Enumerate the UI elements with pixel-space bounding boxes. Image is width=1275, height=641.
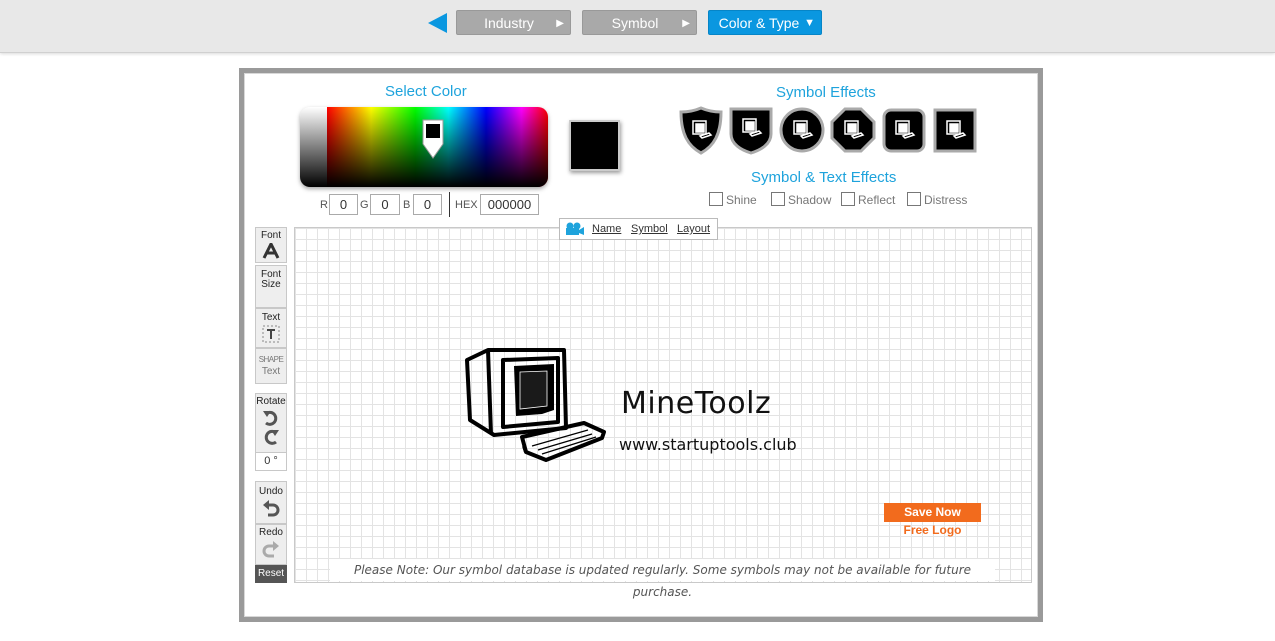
rotate-left-icon[interactable] — [262, 409, 280, 426]
distress-checkbox[interactable]: Distress — [907, 192, 971, 208]
redo-label: Redo — [259, 527, 283, 538]
rotate-right-icon[interactable] — [262, 428, 280, 445]
undo-icon — [263, 500, 280, 517]
step-industry-label: Industry — [484, 15, 534, 31]
shine-label: Shine — [726, 193, 757, 207]
shape-text-tool[interactable]: SHAPE Text — [255, 348, 287, 384]
back-arrow-icon[interactable] — [427, 12, 449, 34]
g-label: G — [360, 199, 369, 211]
circle-effect-3-icon[interactable] — [779, 106, 825, 155]
save-now-button[interactable]: Save Now — [884, 503, 981, 522]
play-arrow-icon: ▶ — [682, 18, 690, 29]
step-color-type-label: Color & Type — [718, 15, 800, 31]
reflect-label: Reflect — [858, 193, 896, 207]
text-tool[interactable]: Text — [255, 308, 287, 348]
square-effect-6-icon[interactable] — [932, 106, 978, 155]
rounded-square-effect-5-icon[interactable] — [881, 106, 927, 155]
font-a-icon — [262, 243, 280, 259]
r-input[interactable] — [329, 194, 358, 215]
step-color-type[interactable]: Color & Type ▼ — [708, 10, 822, 35]
font-tool-label: Font — [260, 230, 281, 241]
octagon-effect-4-icon[interactable] — [830, 106, 876, 155]
step-industry[interactable]: Industry ▶ — [456, 10, 571, 35]
g-input[interactable] — [370, 194, 400, 215]
tab-layout[interactable]: Layout — [677, 223, 710, 235]
color-marker-icon[interactable] — [421, 118, 445, 160]
text-tool-label: Text — [261, 312, 281, 323]
rotate-tool[interactable]: Rotate — [255, 393, 287, 453]
reset-button[interactable]: Reset — [255, 565, 287, 583]
font-size-tool[interactable]: Font Size — [255, 265, 287, 308]
shape-text-label-1: SHAPE — [258, 355, 284, 364]
font-size-label-2: Size — [261, 279, 281, 290]
reflect-checkbox[interactable]: Reflect — [841, 192, 901, 208]
symbol-effects-title: Symbol Effects — [776, 84, 876, 101]
computer-icon[interactable] — [462, 346, 608, 466]
rotate-label: Rotate — [256, 396, 286, 407]
dropdown-arrow-icon: ▼ — [804, 17, 815, 29]
r-label: R — [320, 199, 328, 211]
tab-name[interactable]: Name — [592, 223, 621, 235]
redo-tool[interactable]: Redo — [255, 524, 287, 565]
canvas-tabs: Name Symbol Layout — [559, 218, 718, 240]
video-camera-icon[interactable] — [565, 222, 585, 236]
logo-name-text[interactable]: MineToolz — [621, 386, 771, 421]
play-arrow-icon: ▶ — [556, 18, 564, 29]
top-nav-bar: Industry ▶ Symbol ▶ Color & Type ▼ — [0, 0, 1275, 53]
hex-input-group: HEX — [455, 194, 545, 216]
shine-checkbox[interactable]: Shine — [709, 192, 769, 208]
font-tool[interactable]: Font — [255, 227, 287, 263]
tab-symbol[interactable]: Symbol — [631, 223, 668, 235]
free-logo-link[interactable]: Free Logo — [884, 523, 981, 537]
hex-input[interactable] — [480, 194, 539, 215]
step-symbol[interactable]: Symbol ▶ — [582, 10, 697, 35]
text-effects-title: Symbol & Text Effects — [751, 169, 897, 186]
shape-text-label-2: Text — [261, 366, 281, 377]
distress-label: Distress — [924, 193, 968, 207]
divider — [449, 192, 450, 217]
note-text: Please Note: Our symbol database is upda… — [330, 559, 995, 599]
undo-label: Undo — [259, 486, 283, 497]
badge-effect-1-icon[interactable] — [678, 106, 724, 155]
redo-icon — [262, 541, 279, 558]
hex-label: HEX — [455, 199, 478, 211]
b-label: B — [403, 199, 411, 211]
shadow-label: Shadow — [788, 193, 832, 207]
rotation-value[interactable]: 0 ° — [255, 452, 287, 471]
logo-tagline-text[interactable]: www.startuptools.club — [619, 435, 797, 454]
b-input[interactable] — [413, 194, 442, 215]
text-box-icon — [262, 325, 280, 343]
step-symbol-label: Symbol — [611, 15, 659, 31]
undo-tool[interactable]: Undo — [255, 481, 287, 524]
rgb-inputs: R G B — [320, 194, 450, 216]
select-color-title: Select Color — [385, 83, 467, 100]
selected-color-swatch — [569, 120, 620, 171]
badge-effect-2-icon[interactable] — [728, 106, 774, 155]
shadow-checkbox[interactable]: Shadow — [771, 192, 833, 208]
